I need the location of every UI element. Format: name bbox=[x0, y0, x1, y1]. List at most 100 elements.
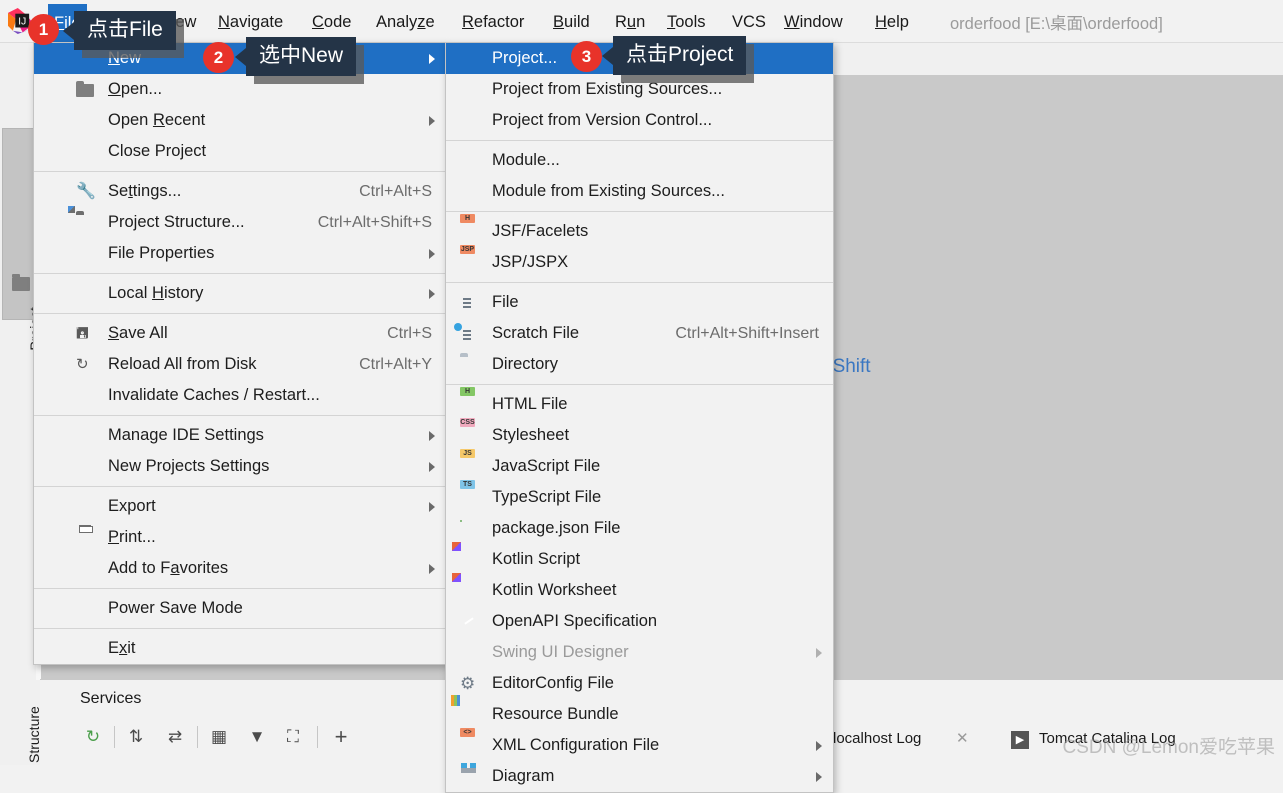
callout-text: 点击File bbox=[87, 18, 163, 41]
group-by-icon[interactable]: ▦ bbox=[206, 722, 232, 752]
menu-item-resource-bundle[interactable]: Resource Bundle bbox=[446, 699, 833, 730]
menu-item-editorconfig-file[interactable]: ⚙ EditorConfig File bbox=[446, 668, 833, 699]
add-tab-icon[interactable]: ⛶ bbox=[280, 722, 306, 752]
divider bbox=[34, 273, 446, 274]
divider bbox=[34, 171, 446, 172]
menu-item-open-recent[interactable]: Open Recent bbox=[34, 105, 446, 136]
nodejs-icon bbox=[460, 520, 478, 538]
menu-item-local-history[interactable]: Local History bbox=[34, 278, 446, 309]
menu-item-project-structure[interactable]: Project Structure... Ctrl+Alt+Shift+S bbox=[34, 207, 446, 238]
menu-tools[interactable]: Tools bbox=[661, 10, 712, 34]
menu-item-openapi-specification[interactable]: OpenAPI Specification bbox=[446, 606, 833, 637]
menu-code[interactable]: Code bbox=[306, 10, 357, 34]
menu-item-kotlin-worksheet[interactable]: Kotlin Worksheet bbox=[446, 575, 833, 606]
add-icon[interactable]: + bbox=[328, 722, 354, 752]
menu-item-xml-configuration-file[interactable]: <> XML Configuration File bbox=[446, 728, 833, 761]
menu-item-power-save-mode[interactable]: Power Save Mode bbox=[34, 593, 446, 624]
chevron-right-icon bbox=[429, 249, 435, 259]
expand-all-icon[interactable]: ⇅ bbox=[123, 722, 149, 752]
directory-icon bbox=[460, 356, 478, 374]
menu-item-exit[interactable]: Exit bbox=[34, 633, 446, 664]
rerun-icon[interactable]: ↻ bbox=[80, 722, 106, 752]
menu-item-stylesheet[interactable]: CSS Stylesheet bbox=[446, 418, 833, 451]
sidebar-item-structure[interactable]: Structure bbox=[2, 687, 42, 765]
menu-navigate[interactable]: Navigate bbox=[212, 10, 289, 34]
menu-item-module[interactable]: Module... bbox=[446, 145, 833, 176]
openapi-icon bbox=[460, 613, 478, 631]
menu-window[interactable]: Window bbox=[778, 10, 849, 34]
menu-item-save-all[interactable]: 🖪 Save All Ctrl+S bbox=[34, 318, 446, 349]
chevron-right-icon bbox=[816, 741, 822, 751]
step-badge-3: 3 bbox=[571, 41, 602, 72]
step-badge-1: 1 bbox=[28, 14, 59, 45]
menu-analyze[interactable]: Analyze bbox=[370, 10, 441, 34]
menu-item-diagram[interactable]: Diagram bbox=[446, 761, 833, 792]
file-menu-popup: New Open... Open Recent Close Project 🔧 … bbox=[33, 42, 447, 665]
menu-item-package-json[interactable]: package.json File bbox=[446, 513, 833, 544]
chevron-right-icon bbox=[816, 772, 822, 782]
close-icon[interactable]: ✕ bbox=[956, 729, 969, 747]
menu-item-close-project[interactable]: Close Project bbox=[34, 136, 446, 167]
menu-item-invalidate-caches[interactable]: Invalidate Caches / Restart... bbox=[34, 380, 446, 411]
menu-item-swing-ui-designer[interactable]: Swing UI Designer bbox=[446, 637, 833, 668]
chevron-right-icon bbox=[429, 116, 435, 126]
chevron-right-icon bbox=[429, 502, 435, 512]
menu-item-jsp-jspx[interactable]: JSP JSP/JSPX bbox=[446, 245, 833, 278]
chevron-right-icon bbox=[429, 54, 435, 64]
menu-item-scratch-file[interactable]: Scratch File Ctrl+Alt+Shift+Insert bbox=[446, 318, 833, 349]
menu-item-typescript-file[interactable]: TS TypeScript File bbox=[446, 480, 833, 513]
divider bbox=[34, 415, 446, 416]
menu-item-project-version-control[interactable]: Project from Version Control... bbox=[446, 105, 833, 136]
menu-item-javascript-file[interactable]: JS JavaScript File bbox=[446, 449, 833, 482]
chevron-right-icon bbox=[429, 564, 435, 574]
reload-icon: ↻ bbox=[76, 356, 89, 373]
project-structure-icon bbox=[76, 214, 94, 232]
css-file-icon: CSS bbox=[460, 418, 475, 427]
log-tab-localhost[interactable]: localhost Log bbox=[833, 730, 921, 747]
chevron-right-icon bbox=[429, 289, 435, 299]
callout-2: 选中New bbox=[235, 37, 365, 85]
divider bbox=[446, 384, 833, 385]
menu-item-html-file[interactable]: H HTML File bbox=[446, 387, 833, 420]
menu-item-file[interactable]: File bbox=[446, 287, 833, 318]
divider bbox=[446, 140, 833, 141]
menu-vcs[interactable]: VCS bbox=[726, 10, 772, 34]
menu-item-add-to-favorites[interactable]: Add to Favorites bbox=[34, 553, 446, 584]
services-title: Services bbox=[80, 690, 142, 707]
kotlin-icon bbox=[460, 582, 478, 600]
log-tab-catalina[interactable]: Tomcat Catalina Log bbox=[1039, 730, 1176, 747]
menu-refactor[interactable]: Refactor bbox=[456, 10, 530, 34]
gear-icon: ⚙ bbox=[460, 674, 476, 693]
menu-run[interactable]: Run bbox=[609, 10, 651, 34]
menu-item-directory[interactable]: Directory bbox=[446, 349, 833, 380]
filter-icon[interactable]: ▼ bbox=[244, 722, 270, 752]
menu-build[interactable]: Build bbox=[547, 10, 596, 34]
collapse-all-icon[interactable]: ⇄ bbox=[162, 722, 188, 752]
divider bbox=[34, 588, 446, 589]
jsp-file-icon: JSP bbox=[460, 245, 475, 254]
menu-help[interactable]: Help bbox=[869, 10, 915, 34]
new-submenu-popup: Project... Project from Existing Sources… bbox=[445, 42, 834, 793]
ide-window: ord Project Structure Search Everywhere … bbox=[0, 0, 1283, 793]
html-green-icon: H bbox=[460, 387, 478, 414]
html-file-icon: H bbox=[460, 214, 478, 241]
menu-item-kotlin-script[interactable]: Kotlin Script bbox=[446, 544, 833, 575]
menu-item-new-projects-settings[interactable]: New Projects Settings bbox=[34, 451, 446, 482]
menu-item-print[interactable]: Print... bbox=[34, 522, 446, 553]
menu-item-jsf-facelets[interactable]: H JSF/Facelets bbox=[446, 214, 833, 247]
js-file-icon: JS bbox=[460, 449, 478, 476]
menu-item-manage-ide-settings[interactable]: Manage IDE Settings bbox=[34, 420, 446, 451]
divider bbox=[446, 282, 833, 283]
callout-1: 点击File bbox=[63, 11, 184, 59]
folder-icon bbox=[76, 81, 94, 97]
menu-item-file-properties[interactable]: File Properties bbox=[34, 238, 446, 269]
save-icon: 🖪 bbox=[76, 325, 89, 342]
menu-item-export[interactable]: Export bbox=[34, 491, 446, 522]
menu-item-module-existing-sources[interactable]: Module from Existing Sources... bbox=[446, 176, 833, 207]
divider bbox=[34, 628, 446, 629]
menu-item-open[interactable]: Open... bbox=[34, 74, 446, 105]
menu-item-reload-all[interactable]: ↻ Reload All from Disk Ctrl+Alt+Y bbox=[34, 349, 446, 380]
menu-item-settings[interactable]: 🔧 Settings... Ctrl+Alt+S bbox=[34, 176, 446, 207]
window-title: orderfood [E:\桌面\orderfood] bbox=[950, 15, 1163, 33]
scratch-file-icon bbox=[454, 323, 478, 343]
